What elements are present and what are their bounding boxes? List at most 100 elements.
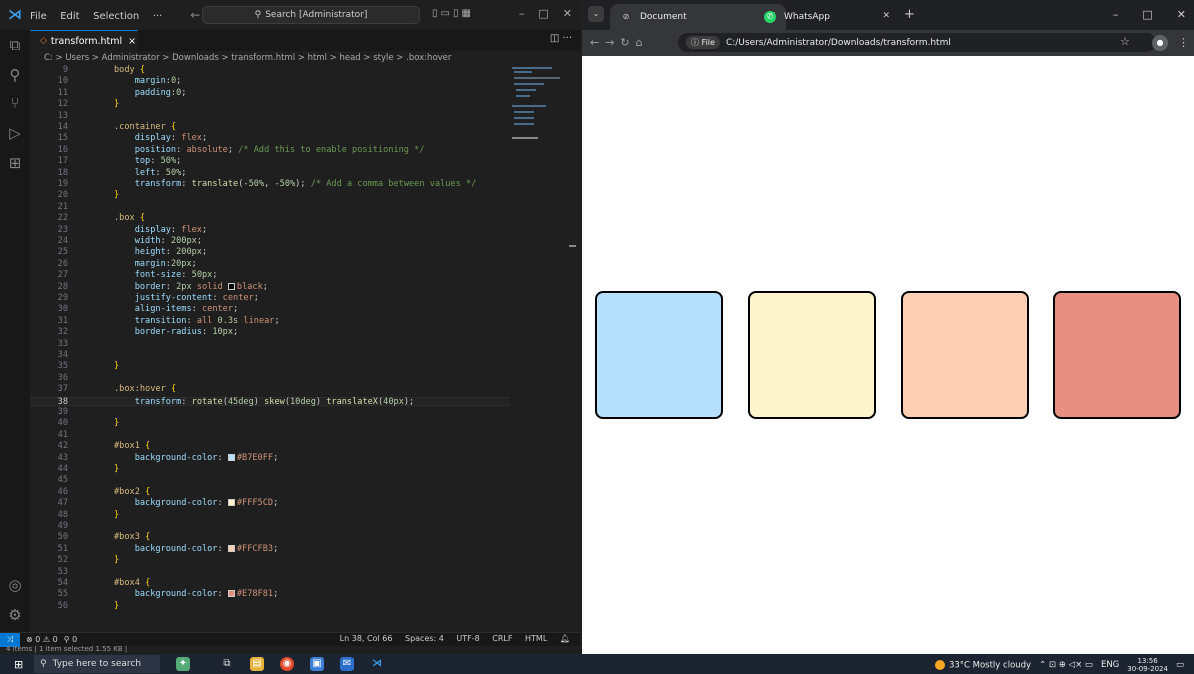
code-line[interactable]: 41 [30,430,510,441]
code-line[interactable]: 55 background-color: #E78F81; [30,590,510,600]
tab-close-icon[interactable]: × [128,36,136,47]
close-icon[interactable]: ✕ [1177,8,1186,21]
task-view-icon[interactable]: ⧉ [220,657,234,671]
code-line[interactable]: 11 padding:0; [30,88,510,99]
box-1[interactable] [595,291,723,419]
code-line[interactable]: 26 margin:20px; [30,259,510,270]
weather-widget[interactable]: 33°C Mostly cloudy [934,659,1031,670]
site-info-chip[interactable]: ⓘ File [686,36,720,49]
run-debug-icon[interactable]: ▷ [6,124,24,142]
tray-icons[interactable]: ⌃ ⊡ ⊕ ◁× ▭ [1039,660,1093,670]
code-line[interactable]: 44} [30,464,510,475]
minimap[interactable] [508,65,564,155]
editor-scrollbar[interactable] [568,65,576,632]
status-spaces[interactable]: Spaces: 4 [405,634,444,643]
menu-selection[interactable]: Selection [93,11,139,22]
store-icon[interactable]: ▣ [310,657,324,671]
code-line[interactable]: 21 [30,202,510,213]
code-line[interactable]: 46 #box2 { [30,487,510,498]
address-bar[interactable]: ⓘ File C:/Users/Administrator/Downloads/… [678,33,1156,52]
code-line[interactable]: 18 left: 50%; [30,168,510,179]
box-4[interactable] [1053,291,1181,419]
code-line[interactable]: 52} [30,555,510,566]
menu-more[interactable]: ··· [153,11,163,22]
code-line[interactable]: 43 background-color: #B7E0FF; [30,453,510,464]
status-problems[interactable]: ⊗ 0 ⚠ 0 [26,635,58,644]
clock[interactable]: 13:56 30-09-2024 [1127,657,1168,673]
code-line[interactable]: 45 [30,476,510,486]
status-eol[interactable]: CRLF [492,634,512,643]
box-3[interactable] [901,291,1029,419]
code-line[interactable]: 9 body { [30,65,510,76]
source-control-icon[interactable]: ⑂ [6,94,24,112]
windows-start-icon[interactable]: ⊞ [14,658,23,671]
nav-buttons-icon[interactable]: ←→↻⌂ [590,36,649,49]
search-icon[interactable]: ⚲ [6,66,24,84]
split-editor-icon[interactable]: ◫ ··· [550,33,572,44]
minimize-icon[interactable]: – [1113,8,1119,21]
bookmark-star-icon[interactable]: ☆ [1120,35,1130,48]
language-indicator[interactable]: ENG [1101,660,1119,670]
command-search-input[interactable]: ⚲ Search [Administrator] [202,6,420,24]
code-line[interactable]: 31 transition: all 0.3s linear; [30,316,510,327]
profile-avatar-icon[interactable]: ● [1152,35,1168,51]
code-line[interactable]: 22 .box { [30,213,510,224]
code-line[interactable]: 51 background-color: #FFCFB3; [30,544,510,555]
code-line[interactable]: 20} [30,191,510,201]
code-line[interactable]: 13 [30,111,510,122]
code-line[interactable]: 36 [30,373,510,384]
code-line[interactable]: 32 border-radius: 10px; [30,327,510,338]
code-line[interactable]: 33 [30,339,510,350]
code-line[interactable]: 25 height: 200px; [30,248,510,258]
code-line[interactable]: 54 #box4 { [30,578,510,589]
code-line[interactable]: 29 justify-content: center; [30,293,510,304]
taskbar-search-input[interactable]: ⚲ Type here to search [34,655,160,673]
code-line[interactable]: 56} [30,601,510,612]
chrome-icon[interactable]: ◉ [280,657,294,671]
maximize-icon[interactable]: □ [1142,8,1152,21]
close-icon[interactable]: ✕ [563,7,572,20]
file-explorer-icon[interactable]: ▤ [250,657,264,671]
code-line[interactable]: 28 border: 2px solid black; [30,282,510,293]
status-encoding[interactable]: UTF-8 [456,634,479,643]
code-line[interactable]: 23 display: flex; [30,225,510,236]
code-line[interactable]: 37 .box:hover { [30,384,510,395]
code-editor[interactable]: 9 body {10 margin:0; 11 padding:0; 12} 13 14.… [30,65,580,632]
code-line[interactable]: 34 [30,350,510,361]
status-position[interactable]: Ln 38, Col 66 [340,634,393,643]
code-line[interactable]: 49 [30,521,510,532]
code-line[interactable]: 40} [30,419,510,429]
code-line[interactable]: 42 #box1 { [30,441,510,452]
maximize-icon[interactable]: □ [538,7,548,20]
code-line[interactable]: 14 .container { [30,122,510,133]
tab-close-icon[interactable]: ✕ [882,11,890,21]
code-line[interactable]: 15 display: flex; [30,134,510,144]
code-line[interactable]: 38 transform: rotate(45deg) skew(10deg) … [30,396,510,406]
breadcrumb[interactable]: C: > Users > Administrator > Downloads >… [30,51,580,65]
code-line[interactable]: 47 background-color: #FFF5CD; [30,498,510,509]
extensions-icon[interactable]: ⊞ [6,154,24,172]
code-line[interactable]: 16 position: absolute; /* Add this to en… [30,145,510,156]
cortana-icon[interactable]: ✦ [176,657,190,671]
tab-search-icon[interactable]: ⌄ [588,6,604,22]
minimize-icon[interactable]: – [519,7,525,20]
menu-file[interactable]: File [30,11,47,22]
menu-edit[interactable]: Edit [60,11,79,22]
explorer-icon[interactable]: ⧉ [6,36,24,54]
code-line[interactable]: 17 top: 50%; [30,156,510,167]
code-line[interactable]: 30 align-items: center; [30,305,510,315]
status-language[interactable]: HTML [525,634,547,643]
code-line[interactable]: 50 #box3 { [30,533,510,543]
bell-icon[interactable]: 🔔︎ [560,634,570,643]
code-line[interactable]: 39 [30,407,510,418]
code-line[interactable]: 48} [30,510,510,521]
vscode-taskbar-icon[interactable]: ⋊ [370,657,384,671]
notifications-icon[interactable]: ▭ [1176,660,1184,670]
account-icon[interactable]: ◎ [6,576,24,594]
box-2[interactable] [748,291,876,419]
code-line[interactable]: 53 [30,567,510,578]
tab-whatsapp[interactable]: ✆ WhatsApp ✕ [754,4,900,30]
code-line[interactable]: 10 margin:0; [30,77,510,87]
mail-icon[interactable]: ✉ [340,657,354,671]
tab-transform-html[interactable]: ◇ transform.html × [30,30,138,51]
